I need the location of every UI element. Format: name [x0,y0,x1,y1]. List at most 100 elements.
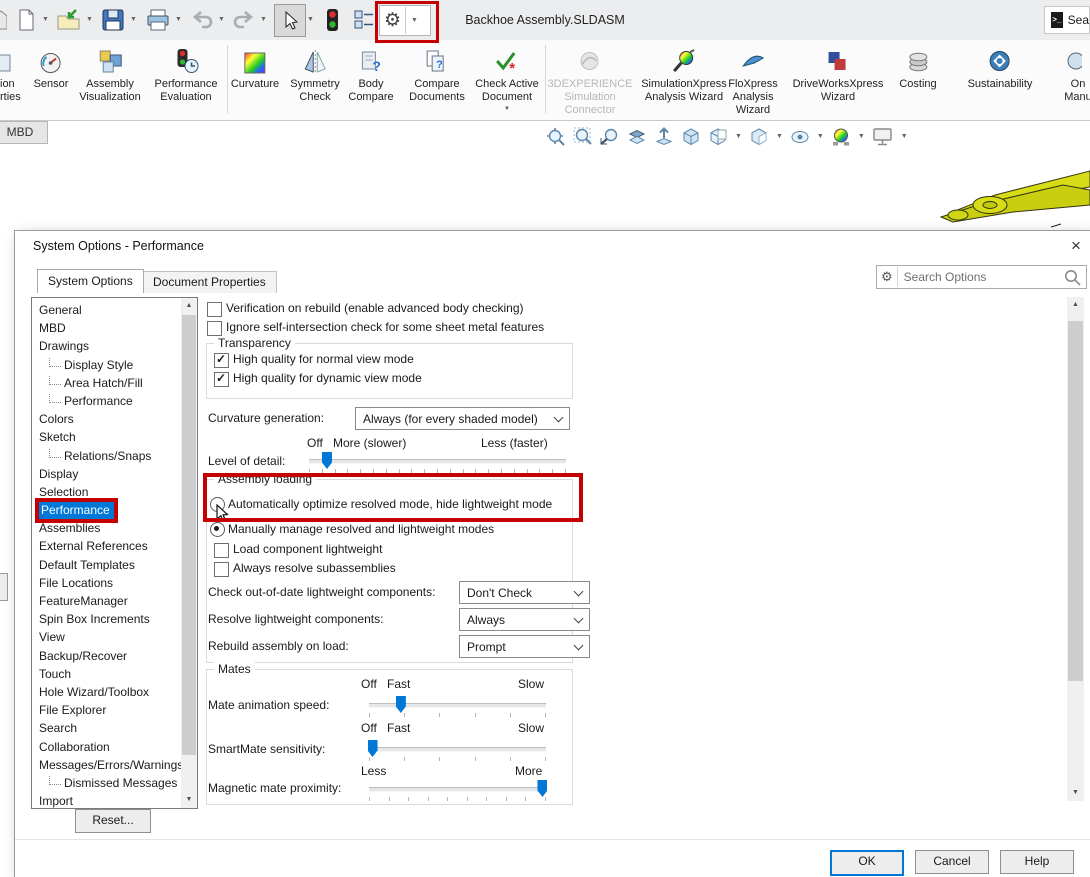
sidebar-item[interactable]: Drawings [32,337,180,355]
resolve-lightweight-dropdown[interactable]: Always [459,608,590,631]
sidebar-item[interactable]: Performance [32,501,180,519]
ignore-self-intersection-checkbox[interactable] [207,321,222,336]
high-quality-normal-checkbox[interactable] [214,353,229,368]
scrollbar-thumb[interactable] [1068,321,1083,681]
display-style-dropdown-icon[interactable]: ▼ [735,124,742,150]
hide-show-items-icon[interactable] [749,127,769,147]
apply-scene-dropdown-icon[interactable]: ▼ [858,124,865,150]
sidebar-item[interactable]: Spin Box Increments [32,610,180,628]
high-quality-dynamic-checkbox[interactable] [214,372,229,387]
zoom-to-fit-icon[interactable] [546,127,566,147]
sidebar-item[interactable]: Sketch [32,428,180,446]
sidebar-item[interactable]: View [32,628,180,646]
sidebar-item[interactable]: Relations/Snaps [32,447,180,465]
apply-scene-icon[interactable] [831,127,851,147]
ribbon-item-cut-left[interactable]: ionrties [0,45,34,104]
sidebar-item[interactable]: Backup/Recover [32,647,180,665]
sidebar-item[interactable]: Collaboration [32,738,180,756]
close-icon[interactable]: × [1065,235,1087,257]
content-scrollbar[interactable]: ▲ ▼ [1067,297,1084,801]
verification-on-rebuild-checkbox[interactable] [207,302,222,317]
edit-appearance-dropdown-icon[interactable]: ▼ [817,124,824,150]
rebuild-on-load-dropdown[interactable]: Prompt [459,635,590,658]
ok-button[interactable]: OK [830,850,904,876]
ribbon-item-driveworksxpress[interactable]: DriveWorksXpressWizard [793,45,884,104]
zoom-to-area-icon[interactable] [573,127,593,147]
always-resolve-subassemblies-checkbox[interactable] [214,562,229,577]
sidebar-item[interactable]: FeatureManager [32,592,180,610]
sidebar-item[interactable]: Import [32,792,180,809]
svg-text:?: ? [372,58,381,74]
previous-view-icon[interactable] [600,127,620,147]
scroll-up-icon[interactable]: ▲ [1067,297,1084,313]
sidebar-item[interactable]: Performance [32,392,180,410]
view-orientation-icon[interactable] [681,127,701,147]
scroll-down-icon[interactable]: ▼ [1067,785,1084,801]
sidebar-item[interactable]: Default Templates [32,556,180,574]
smartmate-off-label: Off [361,721,377,735]
view-settings-icon[interactable] [872,127,894,147]
sidebar-item[interactable]: External References [32,537,180,555]
view-settings-dropdown-icon[interactable]: ▼ [901,124,908,150]
mate-animation-slider[interactable] [369,703,546,708]
search-commands-button[interactable]: >_ Sea [1044,6,1090,34]
hide-show-items-dropdown-icon[interactable]: ▼ [776,124,783,150]
magnetic-mate-slider[interactable] [369,787,546,792]
sidebar-item[interactable]: Assemblies [32,519,180,537]
tab-document-properties[interactable]: Document Properties [142,271,277,293]
display-style-icon[interactable] [708,127,728,147]
sidebar-item[interactable]: Dismissed Messages [32,774,180,792]
tab-system-options[interactable]: System Options [37,269,144,293]
level-of-detail-slider[interactable] [309,459,566,464]
ribbon-item-sensor[interactable]: Sensor [34,45,69,91]
sidebar-item[interactable]: Touch [32,665,180,683]
dropdown-arrow-icon[interactable]: ▼ [475,106,539,112]
ribbon-item-costing[interactable]: Costing [899,45,936,91]
edit-appearance-icon[interactable] [790,127,810,147]
ribbon-item-floxpress[interactable]: FloXpressAnalysisWizard [728,45,778,117]
level-of-detail-slider-thumb[interactable] [322,452,332,469]
scroll-down-icon[interactable]: ▼ [181,792,197,808]
scroll-up-icon[interactable]: ▲ [181,298,197,314]
sidebar-item[interactable]: File Explorer [32,701,180,719]
tab-mbd[interactable]: MBD [0,121,48,144]
ribbon-item-symmetry-check[interactable]: SymmetryCheck [290,45,340,104]
smartmate-slider[interactable] [369,747,546,752]
collapsed-panel-fragment[interactable] [0,573,8,601]
level-of-detail-label: Level of detail: [208,454,285,468]
sidebar-item[interactable]: Display Style [32,356,180,374]
resolve-lightweight-label: Resolve lightweight components: [208,612,383,626]
search-options-box[interactable]: ⚙ Search Options [876,265,1087,289]
section-view-icon[interactable] [627,127,647,147]
sidebar-item[interactable]: Hole Wizard/Toolbox [32,683,180,701]
ribbon-item-sustainability[interactable]: Sustainability [968,45,1033,91]
ribbon-item-body-compare[interactable]: ? BodyCompare [348,45,393,104]
sidebar-scrollbar[interactable]: ▲ ▼ [181,298,197,808]
ribbon-item-check-active-document[interactable]: * Check ActiveDocument ▼ [475,45,539,112]
anim-slow-label: Slow [518,677,544,691]
help-button[interactable]: Help [1000,850,1074,874]
ribbon-item-cut-right[interactable]: OnManu [1058,45,1090,104]
ribbon-item-assembly-visualization[interactable]: AssemblyVisualization [79,45,141,104]
sidebar-item[interactable]: Area Hatch/Fill [32,374,180,392]
check-out-of-date-dropdown[interactable]: Don't Check [459,581,590,604]
ribbon-item-curvature[interactable]: Curvature [231,45,279,91]
sidebar-item[interactable]: Search [32,719,180,737]
ribbon-item-performance-evaluation[interactable]: PerformanceEvaluation [155,45,218,104]
normal-to-icon[interactable] [654,127,674,147]
sidebar-item[interactable]: Selection [32,483,180,501]
curvature-generation-dropdown[interactable]: Always (for every shaded model) [355,407,570,430]
reset-button[interactable]: Reset... [75,809,151,833]
scrollbar-thumb[interactable] [182,315,196,755]
magnetic-less-label: Less [361,764,386,778]
cancel-button[interactable]: Cancel [915,850,989,874]
sidebar-item[interactable]: Messages/Errors/Warnings [32,756,180,774]
ribbon-item-simulationxpress[interactable]: SimulationXpressAnalysis Wizard [641,45,727,104]
load-component-lightweight-checkbox[interactable] [214,543,229,558]
sidebar-item[interactable]: File Locations [32,574,180,592]
sidebar-item[interactable]: MBD [32,319,180,337]
ribbon-item-compare-documents[interactable]: ? CompareDocuments [409,45,465,104]
sidebar-item[interactable]: General [32,301,180,319]
sidebar-item[interactable]: Colors [32,410,180,428]
sidebar-item[interactable]: Display [32,465,180,483]
